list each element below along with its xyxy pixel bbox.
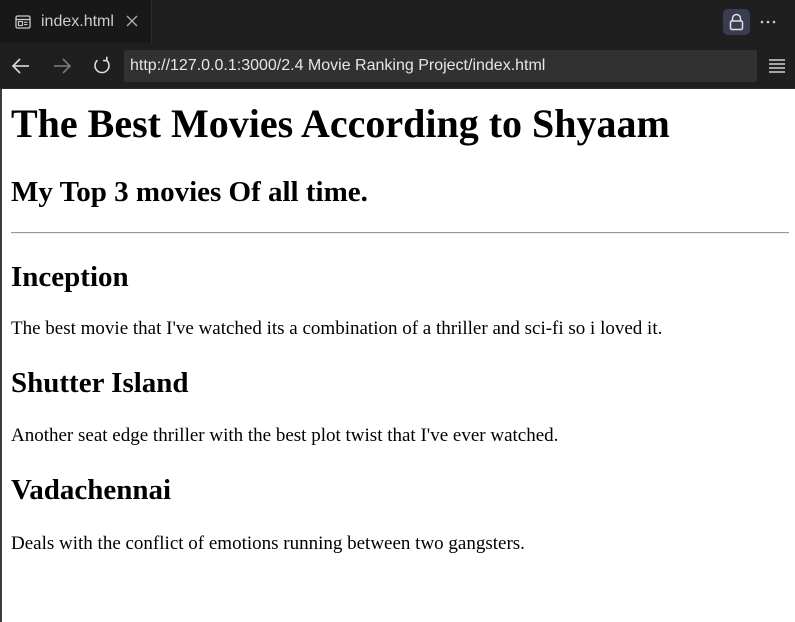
lock-button[interactable] xyxy=(723,9,750,35)
tab-title: index.html xyxy=(41,13,114,30)
reload-icon xyxy=(94,56,110,74)
arrow-right-icon xyxy=(54,58,72,74)
tab-index-html[interactable]: index.html xyxy=(0,0,152,43)
menu-icon xyxy=(769,59,785,73)
menu-button[interactable] xyxy=(767,56,787,76)
movie-description-inception: The best movie that I've watched its a c… xyxy=(11,318,663,339)
arrow-left-icon xyxy=(11,58,29,74)
movie-description-shutter-island: Another seat edge thriller with the best… xyxy=(11,425,559,446)
close-icon[interactable] xyxy=(124,13,140,29)
url-input[interactable] xyxy=(130,50,750,82)
lock-icon xyxy=(729,13,744,31)
movie-title-shutter-island: Shutter Island xyxy=(11,367,189,399)
movie-title-inception: Inception xyxy=(11,261,129,293)
more-horizontal-icon xyxy=(760,20,776,24)
webpage-icon xyxy=(15,14,31,30)
movie-description-vadachennai: Deals with the conflict of emotions runn… xyxy=(11,533,525,554)
page-subtitle: My Top 3 movies Of all time. xyxy=(11,176,368,208)
back-button[interactable] xyxy=(10,55,32,77)
tab-bar: index.html xyxy=(0,0,795,43)
navigation-bar xyxy=(0,43,795,89)
movie-title-vadachennai: Vadachennai xyxy=(11,474,172,506)
forward-button[interactable] xyxy=(51,55,73,77)
page-title: The Best Movies According to Shyaam xyxy=(11,101,670,146)
more-button[interactable] xyxy=(757,12,779,32)
horizontal-rule xyxy=(11,232,789,234)
reload-button[interactable] xyxy=(91,55,113,77)
address-bar[interactable] xyxy=(124,50,757,82)
page-content: The Best Movies According to Shyaam My T… xyxy=(2,89,795,622)
